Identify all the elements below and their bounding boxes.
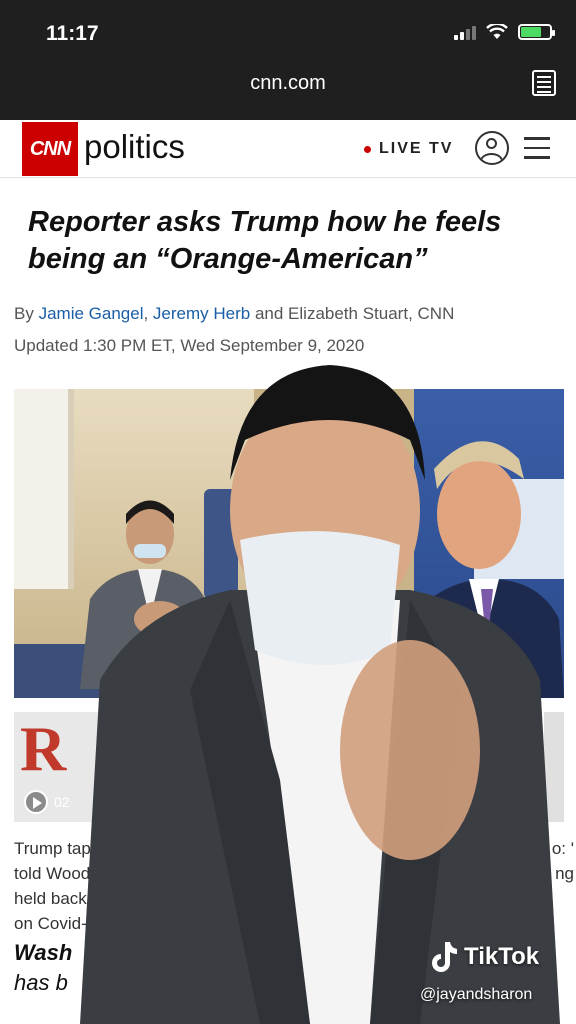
menu-icon[interactable] bbox=[524, 137, 550, 166]
status-time: 11:17 bbox=[46, 22, 99, 45]
play-icon[interactable] bbox=[24, 790, 48, 814]
signal-icon bbox=[454, 24, 476, 40]
section-title[interactable]: politics bbox=[84, 128, 185, 166]
cnn-logo[interactable]: CNN bbox=[22, 122, 78, 176]
byline-prefix: By bbox=[14, 304, 34, 323]
headline: Reporter asks Trump how he feels being a… bbox=[28, 206, 502, 275]
live-tv-link[interactable]: LIVE TV bbox=[364, 140, 453, 158]
author-link-2[interactable]: Jeremy Herb bbox=[153, 304, 250, 323]
live-tv-label: LIVE TV bbox=[379, 140, 454, 157]
account-icon[interactable] bbox=[475, 131, 509, 165]
byline: By Jamie Gangel, Jeremy Herb and Elizabe… bbox=[14, 304, 455, 323]
tiktok-brand: TikTok bbox=[464, 943, 540, 970]
browser-top-bar: 11:17 cnn.com bbox=[0, 0, 576, 120]
video-duration: 02 bbox=[54, 794, 70, 810]
teaser-headline[interactable]: Wash has b bbox=[14, 938, 72, 998]
creator-handle: @jayandsharon bbox=[420, 986, 533, 1003]
video-creator-overlay bbox=[80, 365, 560, 1024]
byline-rest: and Elizabeth Stuart, CNN bbox=[254, 304, 455, 323]
reader-icon[interactable] bbox=[532, 70, 556, 96]
battery-icon bbox=[518, 24, 555, 40]
teaser-line: Wash bbox=[14, 940, 73, 965]
status-icons bbox=[454, 24, 555, 40]
tiktok-icon bbox=[432, 942, 457, 972]
cnn-header: CNN politics LIVE TV bbox=[0, 120, 576, 178]
live-dot-icon bbox=[364, 145, 371, 153]
teaser-line: has b bbox=[14, 970, 68, 995]
author-link-1[interactable]: Jamie Gangel bbox=[39, 304, 144, 323]
thumb-letter: R bbox=[20, 713, 67, 784]
updated-timestamp: Updated 1:30 PM ET, Wed September 9, 202… bbox=[14, 336, 365, 355]
tiktok-watermark: TikTok bbox=[428, 940, 539, 974]
address-bar[interactable]: cnn.com bbox=[0, 72, 576, 95]
wifi-icon bbox=[486, 24, 508, 39]
